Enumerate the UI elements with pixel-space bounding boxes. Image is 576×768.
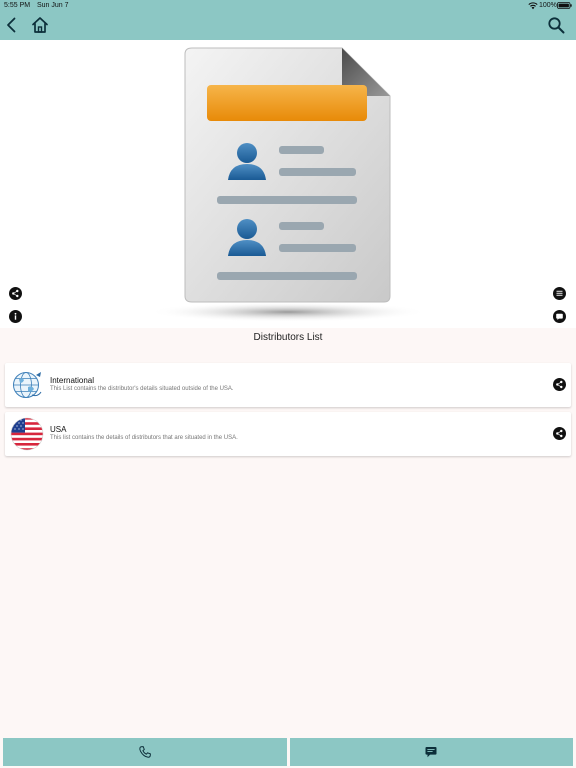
chat-glyph <box>556 313 563 320</box>
status-bar: 5:55 PM Sun Jun 7 100% <box>0 0 576 12</box>
battery-icon <box>557 2 572 9</box>
share-glyph <box>556 429 563 438</box>
search-icon[interactable] <box>546 15 566 35</box>
chat-icon[interactable] <box>553 310 566 323</box>
back-icon[interactable] <box>2 15 22 35</box>
share-glyph <box>556 380 563 389</box>
list-item-title: USA <box>50 425 67 434</box>
hero-banner <box>0 40 576 328</box>
status-date: Sun Jun 7 <box>37 2 69 9</box>
list-icon[interactable] <box>553 287 566 300</box>
bottom-action-bar <box>0 738 576 768</box>
contact-document-illustration <box>148 47 428 322</box>
call-button[interactable] <box>3 738 287 766</box>
home-icon[interactable] <box>30 15 50 35</box>
list-item-title: International <box>50 376 95 385</box>
list-item-international[interactable]: International This List contains the dis… <box>5 363 571 407</box>
us-flag-icon <box>10 417 44 451</box>
globe-icon <box>13 372 42 398</box>
list-glyph <box>556 290 563 296</box>
battery-percentage: 100% <box>539 2 557 9</box>
list-item-description: This List contains the distributor's det… <box>50 386 234 392</box>
info-glyph <box>14 312 17 320</box>
share-icon[interactable] <box>553 427 566 440</box>
section-title: Distributors List <box>253 332 323 343</box>
share-glyph <box>12 289 19 298</box>
share-icon[interactable] <box>9 287 22 300</box>
list-item-usa[interactable]: USA This list contains the details of di… <box>5 412 571 456</box>
wifi-icon <box>528 2 538 10</box>
list-item-description: This list contains the details of distri… <box>50 435 238 441</box>
info-icon[interactable] <box>9 310 22 323</box>
share-icon[interactable] <box>553 378 566 391</box>
phone-icon <box>139 746 151 758</box>
message-button[interactable] <box>290 738 573 766</box>
message-icon <box>425 747 437 758</box>
top-navigation-bar: 5:55 PM Sun Jun 7 100% <box>0 0 576 40</box>
status-time: 5:55 PM <box>4 2 31 9</box>
